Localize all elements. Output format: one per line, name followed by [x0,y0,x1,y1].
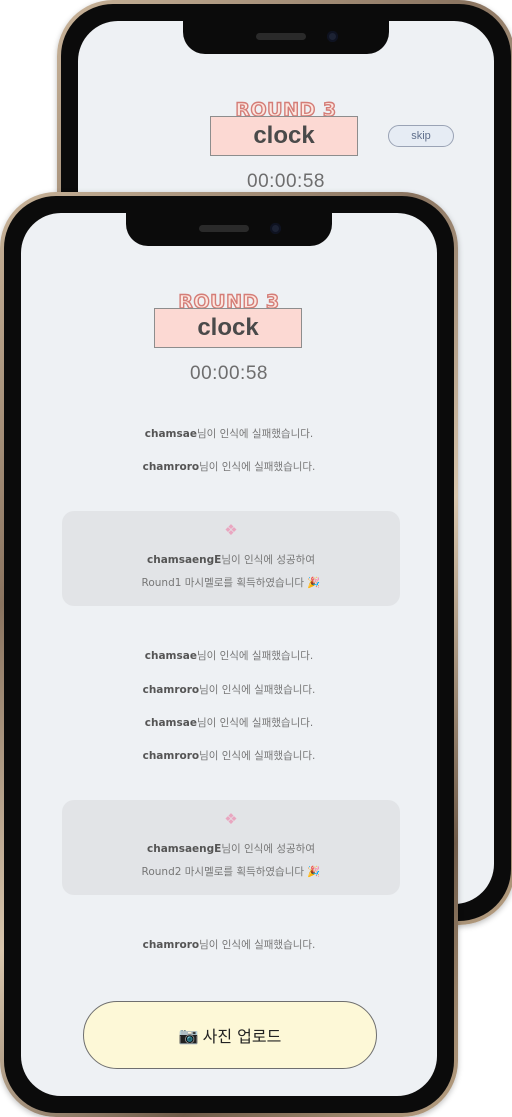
message-text: 님이 인식에 실패했습니다. [196,428,314,440]
notch [183,21,389,54]
feed-fail-message: chamroro님이 인식에 실패했습니다. [21,682,437,697]
feed-success-card: ❖ chamsaengE님이 인식에 성공하여 Round1 마시멜로를 획득하… [62,511,400,606]
message-text: 님이 인식에 성공하여 [221,554,315,566]
feed-fail-message: chamroro님이 인식에 실패했습니다. [21,459,437,474]
party-popper-icon: 🎉 [307,866,321,878]
message-text: 님이 인식에 실패했습니다. [199,750,316,762]
username: chamroro [142,750,200,762]
feed-success-card: ❖ chamsaengE님이 인식에 성공하여 Round2 마시멜로를 획득하… [62,800,400,895]
marshmallow-icon: ❖ [224,810,238,828]
message-text: 님이 인식에 실패했습니다. [199,939,316,951]
feed-fail-message: chamsae님이 인식에 실패했습니다. [21,715,437,730]
screen-front: ROUND 3 clock 00:00:58 chamsae님이 인식에 실패했… [21,213,437,1096]
username: chamsae [144,428,197,440]
message-text: 님이 인식에 성공하여 [221,843,315,855]
message-text: 님이 인식에 실패했습니다. [199,684,316,696]
username: chamroro [142,939,200,951]
feed-fail-message: chamroro님이 인식에 실패했습니다. [21,937,437,952]
phone-frame-front: ROUND 3 clock 00:00:58 chamsae님이 인식에 실패했… [0,192,458,1117]
username: chamroro [142,684,200,696]
username: chamsae [144,717,197,729]
timer: 00:00:58 [190,363,268,384]
username: chamroro [142,461,200,473]
feed-fail-message: chamroro님이 인식에 실패했습니다. [21,748,437,763]
feed-fail-message: chamsae님이 인식에 실패했습니다. [21,648,437,663]
username: chamsae [144,650,197,662]
username: chamsaengE [147,843,222,855]
party-popper-icon: 🎉 [307,577,321,589]
target-word: clock [154,308,302,348]
speaker-grille [199,225,249,232]
feed-fail-message: chamsae님이 인식에 실패했습니다. [21,426,437,441]
message-text: 님이 인식에 실패했습니다. [196,717,314,729]
front-camera [270,223,281,234]
notch [126,213,332,246]
message-text: 님이 인식에 실패했습니다. [196,650,314,662]
speaker-grille [256,33,306,40]
reward-text: Round2 마시멜로를 획득하였습니다 [141,866,305,878]
message-text: 님이 인식에 실패했습니다. [199,461,316,473]
username: chamsaengE [147,554,222,566]
upload-label: 사진 업로드 [202,1027,282,1046]
marshmallow-icon: ❖ [224,521,238,539]
target-word: clock [210,116,358,156]
camera-icon: 📷 [178,1025,199,1045]
reward-text: Round1 마시멜로를 획득하였습니다 [141,577,305,589]
front-camera [327,31,338,42]
skip-button[interactable]: skip [388,125,454,147]
photo-upload-button[interactable]: 📷 사진 업로드 [83,1001,377,1069]
timer: 00:00:58 [247,171,325,192]
bezel: ROUND 3 clock 00:00:58 chamsae님이 인식에 실패했… [4,196,454,1113]
